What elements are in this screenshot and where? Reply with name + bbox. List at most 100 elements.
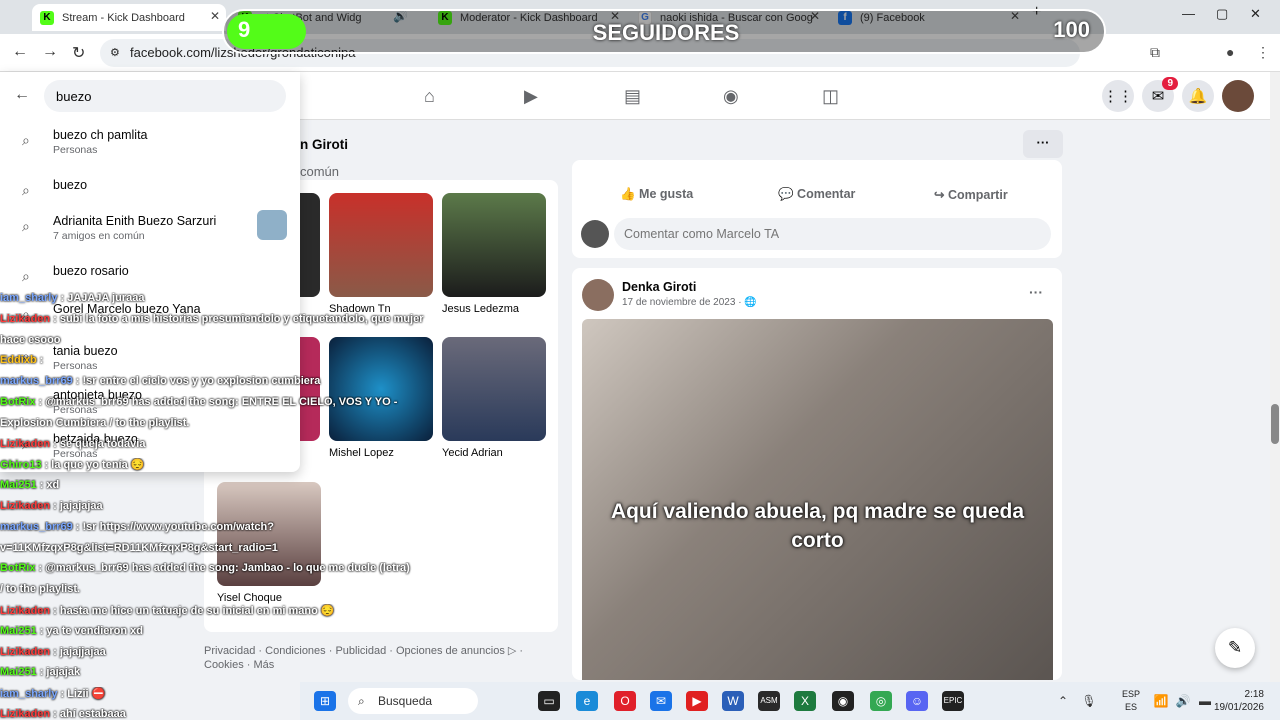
scrollbar-thumb[interactable] [1271, 404, 1279, 444]
post-menu-button[interactable]: ··· [1029, 284, 1043, 300]
edge-icon[interactable]: e [576, 691, 598, 711]
followers-goal-overlay: 9 SEGUIDORES 100 [222, 9, 1106, 54]
menu-grid-button[interactable]: ⋮⋮ [1102, 80, 1134, 112]
chat-username[interactable]: iam_sharly [0, 292, 57, 304]
chat-username[interactable]: BotRix [0, 562, 35, 574]
chat-message: iam_sharly: Lizii ⛔ [0, 687, 426, 707]
avatar[interactable] [582, 279, 614, 311]
chat-username[interactable]: Mai251 [0, 625, 37, 637]
tab-stream-kick[interactable]: K Stream - Kick Dashboard ✕ [32, 4, 226, 31]
chat-username[interactable]: Lizikaden [0, 313, 50, 325]
messenger-button[interactable]: ✉ 9 [1142, 77, 1178, 112]
language-indicator[interactable]: ESP ES [1122, 688, 1140, 714]
minimize-button[interactable]: — [1182, 6, 1195, 21]
result-title: Adrianita Enith Buezo Sarzuri [53, 214, 217, 228]
search-result[interactable]: ⌕ buezo ch pamlita Personas [0, 124, 300, 162]
chat-username[interactable]: Mai251 [0, 479, 37, 491]
chat-username[interactable]: Ghiro13 [0, 459, 42, 471]
groups-icon[interactable]: ◉ [723, 86, 739, 107]
search-input[interactable] [44, 80, 286, 112]
mail-icon[interactable]: ✉ [650, 691, 672, 711]
video-icon[interactable]: ▶ [524, 86, 538, 107]
share-button[interactable]: ↪ Compartir [934, 187, 1008, 202]
youtube-icon[interactable]: ▶ [686, 691, 708, 711]
chat-message: Lizikaden: jajajjajaa [0, 646, 426, 666]
obs-icon[interactable]: ◉ [832, 691, 854, 711]
friend-photo [329, 193, 433, 297]
search-result[interactable]: ⌕ buezo [0, 174, 300, 212]
reload-button[interactable]: ↻ [72, 43, 85, 63]
chat-username[interactable]: Lizikaden [0, 646, 50, 658]
asm-icon[interactable]: ASM [758, 691, 780, 711]
volume-icon[interactable]: 🔊 [1172, 691, 1194, 711]
post-image[interactable]: Aquí valiendo abuela, pq madre se queda … [582, 319, 1053, 680]
chat-message: v=11KMfzqxP8g&list=RD11KMfzqxP8g&start_r… [0, 542, 426, 562]
post-date[interactable]: 17 de noviembre de 2023 · 🌐 [622, 297, 757, 308]
chat-message: Ghiro13: la que yo tenía 😔 [0, 458, 426, 478]
scrollbar[interactable] [1270, 72, 1280, 682]
chat-text: : [39, 354, 44, 367]
comment-button[interactable]: 💬 Comentar [778, 187, 855, 202]
search-result[interactable]: ⌕ Adrianita Enith Buezo Sarzuri 7 amigos… [0, 210, 300, 248]
search-icon: ⌕ [22, 218, 30, 234]
globe-icon: 🌐 [744, 297, 757, 308]
chat-message: Lizikaden: ahí estabaaa [0, 708, 426, 720]
forward-button[interactable]: → [42, 43, 58, 61]
post-card: Denka Giroti 17 de noviembre de 2023 · 🌐… [572, 268, 1062, 680]
avatar[interactable] [1222, 80, 1254, 112]
notifications-button[interactable]: 🔔 [1182, 80, 1214, 112]
profile-icon[interactable]: ● [1226, 44, 1234, 60]
chat-username[interactable]: Lizikaden [0, 605, 50, 617]
chat-username[interactable]: Eddixb [0, 354, 37, 366]
back-arrow-icon[interactable]: ← [14, 86, 30, 104]
wifi-icon[interactable]: 📶 [1150, 691, 1172, 711]
battery-icon[interactable]: ▬ [1194, 691, 1216, 711]
tab-title: Stream - Kick Dashboard [62, 11, 185, 24]
menu-icon[interactable]: ⋮ [1256, 44, 1270, 61]
post-date-text: 17 de noviembre de 2023 · [622, 297, 742, 308]
like-button[interactable]: 👍 Me gusta [620, 187, 693, 202]
post-author[interactable]: Denka Giroti [622, 280, 696, 294]
chat-username[interactable]: BotRix [0, 396, 35, 408]
chat-text: v=11KMfzqxP8g&list=RD11KMfzqxP8g&start_r… [0, 541, 278, 554]
chat-username[interactable]: Lizikaden [0, 500, 50, 512]
file-explorer-icon[interactable]: ▭ [538, 691, 560, 711]
chat-username[interactable]: iam_sharly [0, 688, 57, 700]
clock[interactable]: 2:18 19/01/2026 [1214, 688, 1264, 714]
clock-time: 2:18 [1244, 689, 1264, 700]
marketplace-icon[interactable]: ▤ [624, 86, 641, 107]
friend-card[interactable]: Yecid Adrian [442, 337, 546, 459]
opera-icon[interactable]: O [614, 691, 636, 711]
search-icon: ⌕ [22, 182, 30, 198]
excel-icon[interactable]: X [794, 691, 816, 711]
microphone-icon[interactable]: 🎙 [1078, 691, 1100, 711]
epic-games-icon[interactable]: EPIC [942, 691, 964, 711]
friend-card[interactable]: Jesus Ledezma [442, 193, 546, 315]
extensions-icon[interactable]: ⧉ [1150, 44, 1160, 61]
chat-username[interactable]: markus_brr69 [0, 375, 73, 387]
site-info-icon[interactable]: ⚙ [110, 39, 120, 67]
gaming-icon[interactable]: ◫ [822, 86, 839, 107]
word-icon[interactable]: W [722, 691, 744, 711]
chat-message: hace esooo [0, 334, 426, 354]
chat-username[interactable]: Lizikaden [0, 708, 50, 720]
new-message-button[interactable]: ✎ [1215, 628, 1255, 668]
more-options-button[interactable]: ··· [1023, 130, 1063, 158]
home-icon[interactable]: ⌂ [424, 86, 435, 107]
back-button[interactable]: ← [12, 43, 28, 61]
chat-text: : !sr https://www.youtube.com/watch? [75, 520, 274, 533]
chat-username[interactable]: markus_brr69 [0, 521, 73, 533]
chrome-icon[interactable]: ◎ [870, 691, 892, 711]
close-icon[interactable]: ✕ [210, 9, 220, 23]
post-image-caption: Aquí valiendo abuela, pq madre se queda … [610, 500, 1025, 552]
comment-input[interactable] [614, 218, 1051, 250]
tray-chevron-icon[interactable]: ⌃ [1052, 691, 1074, 711]
close-window-button[interactable]: ✕ [1250, 6, 1261, 22]
chat-username[interactable]: Mai251 [0, 666, 37, 678]
discord-icon[interactable]: ☺ [906, 691, 928, 711]
chat-username[interactable]: Lizikaden [0, 438, 50, 450]
chat-message: Mai251: ya te vendieron xd [0, 625, 426, 645]
chat-text: : hasta me hice un tatuaje de su inicial… [53, 605, 335, 617]
followers-label: SEGUIDORES [592, 20, 740, 45]
maximize-button[interactable]: ▢ [1216, 6, 1228, 22]
